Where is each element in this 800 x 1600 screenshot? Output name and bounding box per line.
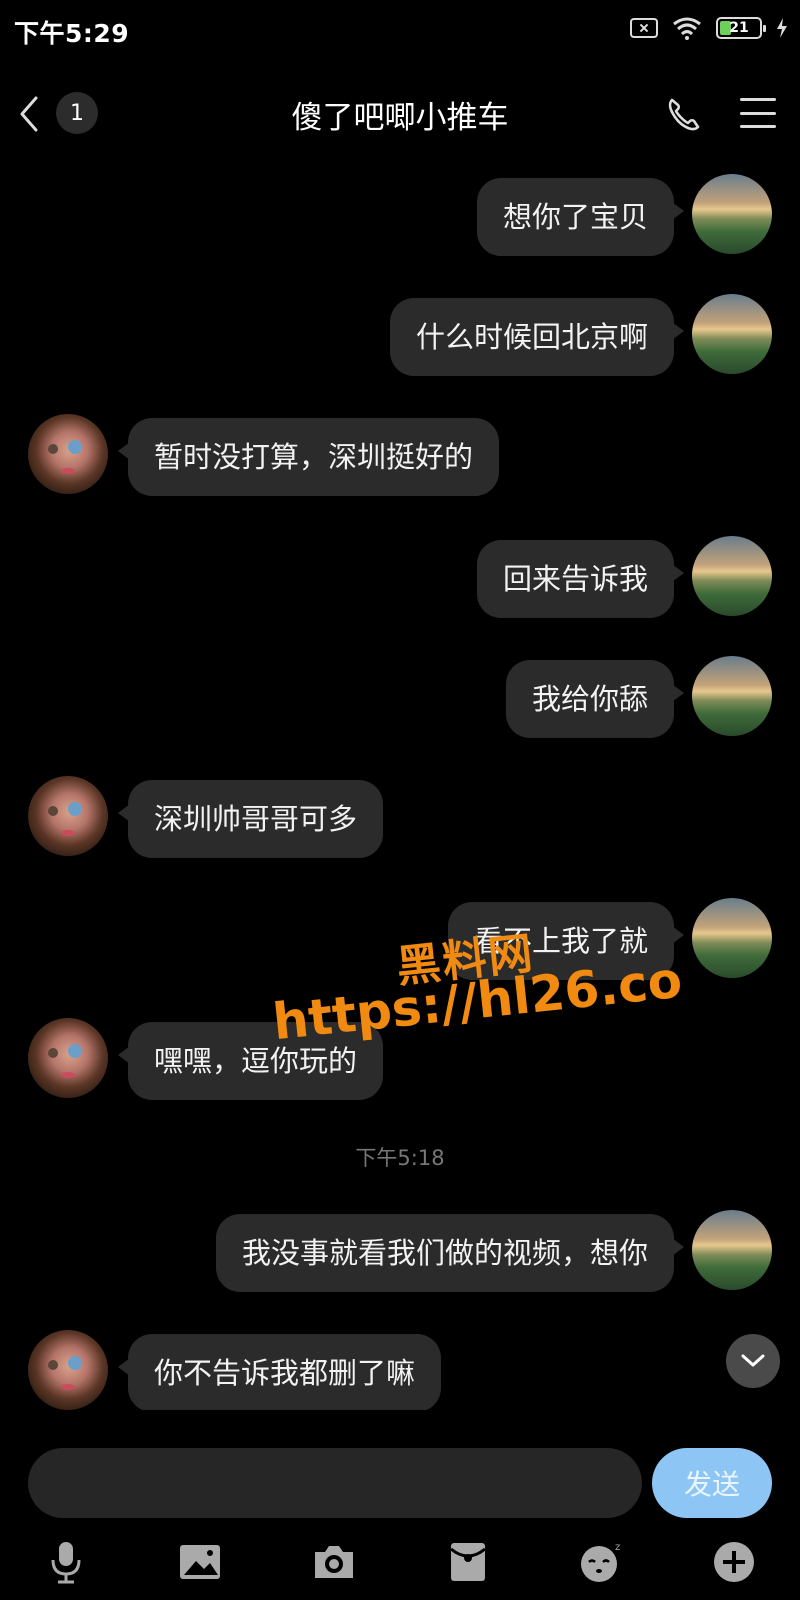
message-input[interactable] <box>28 1448 642 1518</box>
wifi-icon <box>673 17 701 40</box>
status-bar: 下午5:29 21 <box>0 0 800 60</box>
send-button[interactable]: 发送 <box>652 1448 772 1518</box>
camera-icon <box>315 1546 353 1578</box>
chat-header: 1 傻了吧唧小推车 <box>0 72 800 154</box>
my-avatar[interactable] <box>692 294 772 374</box>
svg-text:z: z <box>615 1542 620 1553</box>
my-avatar[interactable] <box>692 536 772 616</box>
input-toolbar: z <box>0 1536 800 1596</box>
message-bubble[interactable]: 什么时候回北京啊 <box>389 298 685 376</box>
composer: 发送 <box>0 1440 800 1520</box>
my-avatar[interactable] <box>692 174 772 254</box>
message-bubble[interactable]: 暂时没打算，深圳挺好的 <box>117 418 500 496</box>
message-row: 我没事就看我们做的视频，想你 <box>0 1208 800 1294</box>
red-packet-icon <box>450 1543 486 1581</box>
charging-icon <box>777 18 787 38</box>
back-icon[interactable] <box>12 92 46 136</box>
status-time: 下午5:29 <box>14 19 130 48</box>
message-row: 你不告诉我都删了嘛 <box>0 1328 800 1410</box>
message-row: 暂时没打算，深圳挺好的 <box>0 412 800 498</box>
unread-badge[interactable]: 1 <box>56 92 98 134</box>
message-timestamp: 下午5:18 <box>355 1146 445 1170</box>
message-bubble[interactable]: 你不告诉我都删了嘛 <box>117 1334 442 1410</box>
message-bubble[interactable]: 我给你舔 <box>505 660 685 738</box>
message-row: 想你了宝贝 <box>0 172 800 258</box>
image-button[interactable] <box>174 1536 226 1588</box>
message-row: 看不上我了就 <box>0 896 800 982</box>
my-avatar[interactable] <box>692 898 772 978</box>
battery-level: 21 <box>729 20 749 36</box>
menu-icon[interactable] <box>738 92 778 134</box>
status-icons: 21 <box>630 16 788 40</box>
message-bubble[interactable]: 我没事就看我们做的视频，想你 <box>215 1214 685 1292</box>
message-row: 我给你舔 <box>0 654 800 740</box>
message-row: 嘿嘿，逗你玩的 <box>0 1016 800 1102</box>
chat-title: 傻了吧唧小推车 <box>291 100 509 136</box>
voice-button[interactable] <box>40 1536 92 1588</box>
battery-icon: 21 <box>716 17 766 39</box>
my-avatar[interactable] <box>692 1210 772 1290</box>
contact-avatar[interactable] <box>28 414 108 494</box>
message-bubble[interactable]: 回来告诉我 <box>476 540 685 618</box>
emoji-button[interactable]: z <box>576 1536 628 1588</box>
sim-off-icon <box>630 18 658 38</box>
contact-avatar[interactable] <box>28 1018 108 1098</box>
image-icon <box>180 1545 220 1579</box>
more-button[interactable] <box>708 1536 760 1588</box>
contact-avatar[interactable] <box>28 1330 108 1410</box>
scroll-to-bottom-button[interactable] <box>726 1334 780 1388</box>
message-row: 深圳帅哥哥可多 <box>0 774 800 860</box>
message-bubble[interactable]: 深圳帅哥哥可多 <box>117 780 384 858</box>
contact-avatar[interactable] <box>28 776 108 856</box>
camera-button[interactable] <box>308 1536 360 1588</box>
message-bubble[interactable]: 想你了宝贝 <box>476 178 685 256</box>
microphone-icon <box>51 1542 81 1584</box>
my-avatar[interactable] <box>692 656 772 736</box>
phone-icon[interactable] <box>664 94 704 134</box>
plus-icon <box>714 1542 754 1582</box>
message-row: 回来告诉我 <box>0 534 800 620</box>
chat-area[interactable]: 想你了宝贝 什么时候回北京啊 暂时没打算，深圳挺好的 回来告诉我 我给你舔 深圳… <box>0 160 800 1410</box>
message-bubble[interactable]: 看不上我了就 <box>447 902 685 980</box>
chevron-down-icon <box>741 1354 765 1367</box>
red-packet-button[interactable] <box>442 1536 494 1588</box>
message-bubble[interactable]: 嘿嘿，逗你玩的 <box>117 1022 384 1100</box>
message-row: 什么时候回北京啊 <box>0 292 800 378</box>
emoji-icon: z <box>581 1542 620 1582</box>
